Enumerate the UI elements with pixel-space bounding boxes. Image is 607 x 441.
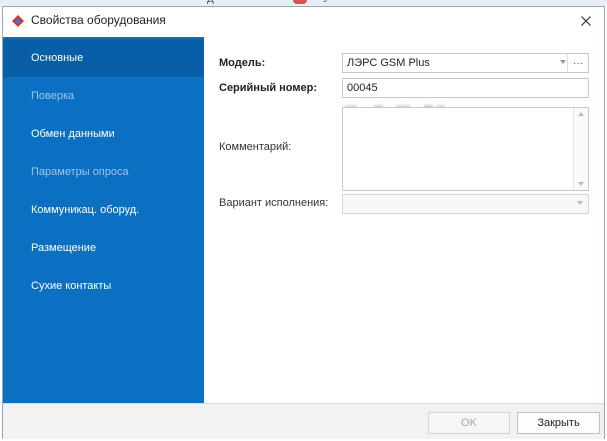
scroll-up-icon[interactable] (578, 112, 584, 116)
variant-label: Вариант исполнения: (219, 197, 329, 209)
model-value: ЛЭРС GSM Plus (347, 57, 430, 69)
sidebar-item-label: Параметры опроса (31, 166, 129, 178)
serial-number-label: Серийный номер: (219, 82, 318, 94)
sidebar-item-label: Основные (31, 52, 84, 64)
chevron-down-icon (577, 201, 583, 205)
sidebar-item-label: Обмен данными (31, 128, 115, 140)
background-text: У (323, 0, 329, 5)
sidebar-item-label: Сухие контакты (31, 280, 112, 292)
ok-button: OK (428, 412, 510, 434)
background-text: Д (207, 0, 214, 5)
main-panel: Модель: ЛЭРС GSM Plus ··· Серийный номер… (204, 37, 604, 403)
model-combobox[interactable]: ЛЭРС GSM Plus ··· (342, 53, 589, 73)
scroll-down-icon[interactable] (578, 182, 584, 186)
comment-label: Комментарий: (219, 141, 292, 153)
serial-number-value: 00045 (347, 82, 378, 94)
sidebar-item-data-exchange[interactable]: Обмен данными (3, 115, 204, 153)
model-label: Модель: (219, 57, 266, 69)
comment-scrollbar[interactable] (573, 108, 588, 190)
model-ellipsis-button[interactable]: ··· (567, 54, 588, 72)
title-bar[interactable]: Свойства оборудования (3, 7, 604, 35)
sidebar-item-label: Коммуникац. оборуд. (31, 204, 140, 216)
window-title: Свойства оборудования (31, 13, 166, 27)
variant-combobox (342, 194, 589, 214)
sidebar: Основные Поверка Обмен данными Параметры… (3, 37, 204, 403)
dialog-footer: OK Закрыть (3, 403, 604, 439)
background-heart-icon (293, 0, 307, 4)
equipment-properties-dialog: Свойства оборудования Основные Поверка О… (2, 6, 605, 439)
sidebar-item-label: Поверка (31, 90, 75, 102)
serial-number-input[interactable]: 00045 (342, 78, 589, 98)
sidebar-item-poll-parameters: Параметры опроса (3, 153, 204, 191)
comment-textarea[interactable] (342, 107, 589, 191)
diamond-logo-icon (11, 14, 25, 28)
sidebar-item-verification: Поверка (3, 77, 204, 115)
sidebar-item-placement[interactable]: Размещение (3, 229, 204, 267)
sidebar-item-main[interactable]: Основные (3, 39, 204, 77)
sidebar-item-communication-equipment[interactable]: Коммуникац. оборуд. (3, 191, 204, 229)
close-icon[interactable] (572, 9, 600, 33)
sidebar-item-label: Размещение (31, 242, 97, 254)
sidebar-item-dry-contacts[interactable]: Сухие контакты (3, 267, 204, 305)
close-button[interactable]: Закрыть (517, 412, 600, 434)
chevron-down-icon[interactable] (560, 60, 566, 64)
